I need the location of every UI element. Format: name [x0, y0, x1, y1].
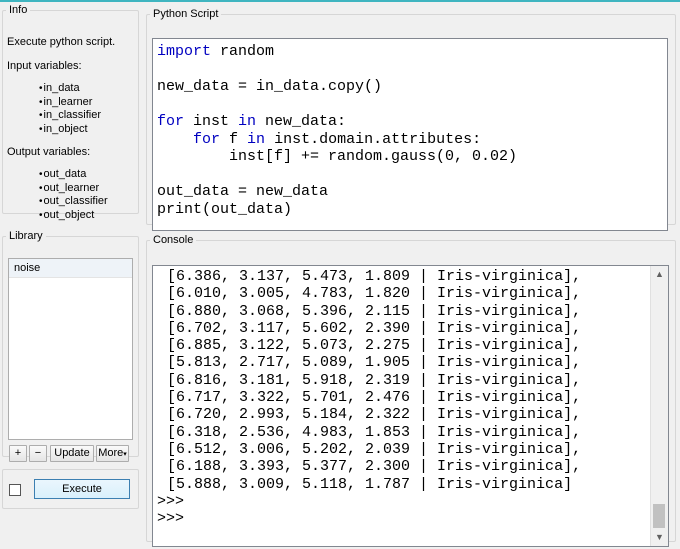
input-variables-heading: Input variables: [7, 60, 82, 72]
library-item-noise[interactable]: noise [9, 259, 132, 278]
code-line: new_data = in_data.copy() [157, 78, 663, 96]
code-keyword: for [193, 130, 221, 148]
output-variable: out_data [39, 168, 108, 182]
output-variables-heading: Output variables: [7, 146, 91, 158]
input-variable: in_classifier [39, 109, 101, 123]
console-prompt: >>> [157, 493, 185, 510]
console-prompt: >>> [157, 510, 185, 527]
console-line: [6.702, 3.117, 5.602, 2.390 | Iris-virgi… [167, 319, 582, 337]
info-description: Execute python script. [7, 36, 116, 48]
console-line: [6.386, 3.137, 5.473, 1.809 | Iris-virgi… [167, 268, 582, 285]
code-keyword: import [157, 43, 212, 60]
more-button-label: More [98, 447, 124, 459]
execute-panel: Execute [2, 469, 139, 509]
execute-button[interactable]: Execute [34, 479, 130, 499]
code-keyword: for [157, 113, 185, 130]
add-script-button[interactable]: + [9, 445, 27, 462]
console-line: [5.888, 3.009, 5.118, 1.787 | Iris-virgi… [167, 475, 573, 493]
console-line: [6.720, 2.993, 5.184, 2.322 | Iris-virgi… [167, 406, 582, 424]
console-line: [6.512, 3.006, 5.202, 2.039 | Iris-virgi… [167, 440, 582, 458]
code-line: out_data = new_data [157, 183, 663, 201]
input-variable: in_data [39, 82, 101, 96]
code-token: out_data = new_data [157, 183, 329, 200]
console-text: [6.386, 3.137, 5.473, 1.809 | Iris-virgi… [167, 268, 646, 493]
console-line: [6.717, 3.322, 5.701, 2.476 | Iris-virgi… [167, 389, 582, 407]
auto-execute-checkbox[interactable] [9, 484, 21, 496]
script-editor[interactable]: import random new_data = in_data.copy() fo… [152, 38, 668, 231]
console-panel: Console [6.386, 3.137, 5.473, 1.809 | Ir… [146, 234, 676, 547]
library-panel: Library noise + − Update More▾ [2, 230, 139, 462]
code-line: for inst in new_data: [157, 113, 663, 131]
code-token: new_data: [256, 113, 347, 130]
code-token: inst[f] += random.gauss(0, 0.02) [157, 148, 518, 165]
code-token: random [211, 43, 275, 60]
code-keyword: in [238, 113, 257, 130]
input-variables-list: in_data in_learner in_classifier in_obje… [39, 82, 101, 136]
input-variable: in_object [39, 123, 101, 137]
console-line: [6.816, 3.181, 5.918, 2.319 | Iris-virgi… [167, 371, 582, 389]
code-token: print(out_data) [157, 200, 293, 218]
console-title: Console [153, 234, 194, 246]
window-top-accent [0, 0, 680, 2]
scroll-thumb[interactable] [653, 504, 665, 528]
update-script-button[interactable]: Update [50, 445, 94, 462]
code-token: f [220, 130, 248, 148]
code-line: for f in inst.domain.attributes: [157, 131, 663, 149]
more-button[interactable]: More▾ [96, 445, 129, 462]
info-title: Info [9, 4, 28, 16]
input-variable: in_learner [39, 96, 101, 110]
library-title: Library [9, 230, 43, 242]
console-line: [6.318, 2.536, 4.983, 1.853 | Iris-virgi… [167, 423, 582, 441]
library-list[interactable]: noise [8, 258, 133, 440]
output-variable: out_object [39, 209, 108, 223]
output-variables-list: out_data out_learner out_classifier out_… [39, 168, 108, 222]
scroll-up-arrow-icon[interactable]: ▲ [651, 266, 668, 283]
code-keyword: in [247, 130, 266, 148]
info-panel: Info Execute python script. Input variab… [2, 4, 139, 221]
code-line: print(out_data) [157, 201, 663, 219]
code-token: new_data = in_data.copy() [157, 78, 383, 95]
code-token: inst.domain.attributes: [265, 130, 482, 148]
dropdown-arrow-icon: ▾ [123, 451, 127, 458]
python-script-panel: Python Script import random new_data = in… [146, 8, 676, 231]
console-line: [6.010, 3.005, 4.783, 1.820 | Iris-virgi… [167, 285, 582, 303]
scroll-down-arrow-icon[interactable]: ▼ [651, 529, 668, 546]
code-token: inst [184, 113, 239, 130]
console-line: [6.880, 3.068, 5.396, 2.115 | Iris-virgi… [167, 302, 582, 320]
code-line: inst[f] += random.gauss(0, 0.02) [157, 148, 663, 166]
output-variable: out_learner [39, 182, 108, 196]
console-line: [6.885, 3.122, 5.073, 2.275 | Iris-virgi… [167, 337, 582, 355]
python-script-title: Python Script [153, 8, 219, 20]
console-scrollbar[interactable]: ▲ ▼ [650, 266, 668, 546]
console-output[interactable]: [6.386, 3.137, 5.473, 1.809 | Iris-virgi… [152, 265, 669, 547]
output-variable: out_classifier [39, 195, 108, 209]
code-line: import random [157, 43, 663, 61]
remove-script-button[interactable]: − [29, 445, 47, 462]
console-line: [6.188, 3.393, 5.377, 2.300 | Iris-virgi… [167, 458, 582, 476]
console-line: [5.813, 2.717, 5.089, 1.905 | Iris-virgi… [167, 354, 582, 372]
